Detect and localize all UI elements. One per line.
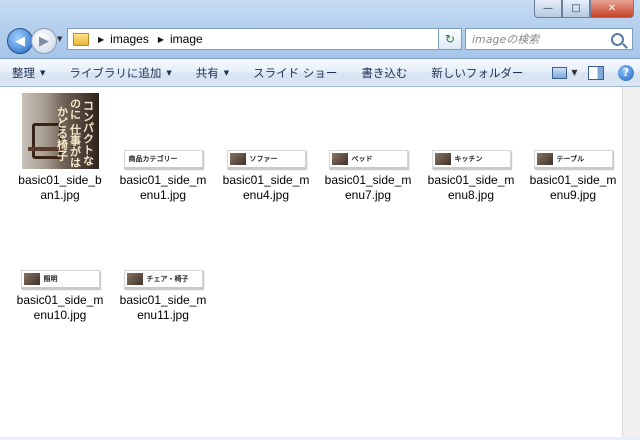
file-item[interactable]: 商品カテゴリー basic01_side_menu1.jpg <box>113 91 213 203</box>
file-thumbnail: チェア・椅子 <box>113 211 213 289</box>
toolbar-button-label: 整理 <box>12 65 35 80</box>
command-bar: 整理 ▼ ライブラリに追加 ▼ 共有 ▼ スライド ショー 書き込む 新しいフォルダー ▼ ? <box>0 59 640 87</box>
menu-thumbnail-image: キッチン <box>431 150 511 169</box>
search-box[interactable]: imageの検索 <box>465 28 633 50</box>
vertical-scrollbar[interactable] <box>622 87 640 440</box>
file-name: basic01_side_menu8.jpg <box>427 173 515 202</box>
minimize-button[interactable]: — <box>534 0 562 18</box>
search-icon[interactable] <box>611 32 624 46</box>
menu-photo-image <box>23 273 40 285</box>
file-name: basic01_side_menu7.jpg <box>324 173 412 202</box>
toolbar-button-4[interactable]: 書き込む <box>349 59 419 86</box>
menu-thumbnail-image: ソファー <box>226 150 306 169</box>
file-name: basic01_side_menu9.jpg <box>529 173 617 202</box>
file-name: basic01_side_ban1.jpg <box>18 173 102 202</box>
file-thumbnail: ベッド <box>318 91 418 169</box>
view-icon <box>552 66 568 79</box>
file-thumbnail: コンパクトなのに 仕事がはかどる椅子 <box>10 91 110 169</box>
menu-photo-image <box>126 273 143 285</box>
menu-photo-image <box>229 153 246 165</box>
file-item[interactable]: ベッド basic01_side_menu7.jpg <box>318 91 418 203</box>
menu-thumbnail-label: チェア・椅子 <box>146 275 189 283</box>
menu-thumbnail-label: テーブル <box>556 155 585 163</box>
toolbar-button-1[interactable]: ライブラリに追加 ▼ <box>57 59 183 86</box>
file-item[interactable]: ソファー basic01_side_menu4.jpg <box>216 91 316 203</box>
menu-photo-image <box>331 153 348 165</box>
toolbar-button-label: 共有 <box>195 65 219 80</box>
recent-pages-chevron-icon[interactable]: ▼ <box>57 35 62 43</box>
menu-thumbnail-label: ベッド <box>351 155 373 163</box>
folder-icon <box>73 32 89 46</box>
chevron-down-icon: ▼ <box>223 68 230 77</box>
toolbar-button-0[interactable]: 整理 ▼ <box>0 59 57 86</box>
banner-thumbnail-image: コンパクトなのに 仕事がはかどる椅子 <box>21 93 99 169</box>
forward-button[interactable]: ▶ <box>31 28 57 54</box>
banner-text: コンパクトなのに 仕事がはかどる椅子 <box>55 98 95 168</box>
refresh-button[interactable]: ↻ <box>438 28 462 50</box>
toolbar-button-label: ライブラリに追加 <box>69 65 162 80</box>
menu-thumbnail-image: テーブル <box>533 150 613 169</box>
file-thumbnail: キッチン <box>421 91 521 169</box>
file-thumbnail: テーブル <box>523 91 623 169</box>
menu-thumbnail-label: キッチン <box>454 155 483 163</box>
view-menu-chevron-icon: ▼ <box>571 68 578 77</box>
toolbar-button-label: 書き込む <box>361 65 408 80</box>
file-item[interactable]: キッチン basic01_side_menu8.jpg <box>421 91 521 203</box>
menu-thumbnail-label: 商品カテゴリー <box>128 155 178 163</box>
breadcrumb-images[interactable]: images <box>110 32 149 46</box>
menu-thumbnail-image: 照明 <box>20 270 100 289</box>
toolbar-button-label: 新しいフォルダー <box>431 65 524 80</box>
breadcrumb-separator-icon[interactable]: ▶ <box>98 35 104 44</box>
file-name: basic01_side_menu10.jpg <box>16 293 104 322</box>
breadcrumb-separator-icon[interactable]: ▶ <box>158 35 164 44</box>
file-item[interactable]: 照明 basic01_side_menu10.jpg <box>10 211 110 323</box>
menu-thumbnail-image: チェア・椅子 <box>123 270 203 289</box>
help-icon[interactable]: ? <box>618 64 634 81</box>
file-name: basic01_side_menu1.jpg <box>119 173 207 202</box>
file-item[interactable]: チェア・椅子 basic01_side_menu11.jpg <box>113 211 213 323</box>
toolbar-button-5[interactable]: 新しいフォルダー <box>419 59 535 86</box>
menu-thumbnail-image: 商品カテゴリー <box>123 150 203 169</box>
refresh-icon: ↻ <box>444 32 456 46</box>
change-view-button[interactable]: ▼ <box>550 63 580 83</box>
file-name: basic01_side_menu4.jpg <box>222 173 310 202</box>
address-bar[interactable]: ▶ images ▶ image ▼ <box>67 28 459 50</box>
window-titlebar: — □ ✕ ◀ ▶ ▼ ▶ images ▶ image ▼ ↻ imageの検… <box>0 0 640 59</box>
file-thumbnail: 照明 <box>10 211 110 289</box>
close-button[interactable]: ✕ <box>590 0 634 18</box>
toolbar-button-3[interactable]: スライド ショー <box>241 59 349 86</box>
window-controls: — □ ✕ <box>534 0 634 18</box>
maximize-button[interactable]: □ <box>562 0 590 18</box>
file-item[interactable]: コンパクトなのに 仕事がはかどる椅子 basic01_side_ban1.jpg <box>10 91 110 203</box>
breadcrumb-image[interactable]: image <box>170 32 203 46</box>
search-input[interactable]: imageの検索 <box>472 31 611 47</box>
menu-thumbnail-image: ベッド <box>328 150 408 169</box>
command-bar-right: ▼ ? <box>550 59 634 86</box>
chevron-down-icon: ▼ <box>166 68 172 77</box>
toolbar-button-label: スライド ショー <box>253 65 338 80</box>
file-thumbnail: 商品カテゴリー <box>113 91 213 169</box>
file-thumbnail: ソファー <box>216 91 316 169</box>
file-list: コンパクトなのに 仕事がはかどる椅子 basic01_side_ban1.jpg 商… <box>0 87 622 439</box>
menu-photo-image <box>536 153 553 165</box>
chevron-down-icon: ▼ <box>40 68 46 77</box>
file-name: basic01_side_menu11.jpg <box>119 293 207 322</box>
menu-thumbnail-label: 照明 <box>43 275 58 283</box>
toolbar-button-2[interactable]: 共有 ▼ <box>184 59 241 86</box>
menu-photo-image <box>434 153 451 165</box>
menu-thumbnail-label: ソファー <box>249 155 278 163</box>
file-item[interactable]: テーブル basic01_side_menu9.jpg <box>523 91 623 203</box>
back-button[interactable]: ◀ <box>7 28 33 54</box>
preview-pane-icon[interactable] <box>588 65 604 80</box>
